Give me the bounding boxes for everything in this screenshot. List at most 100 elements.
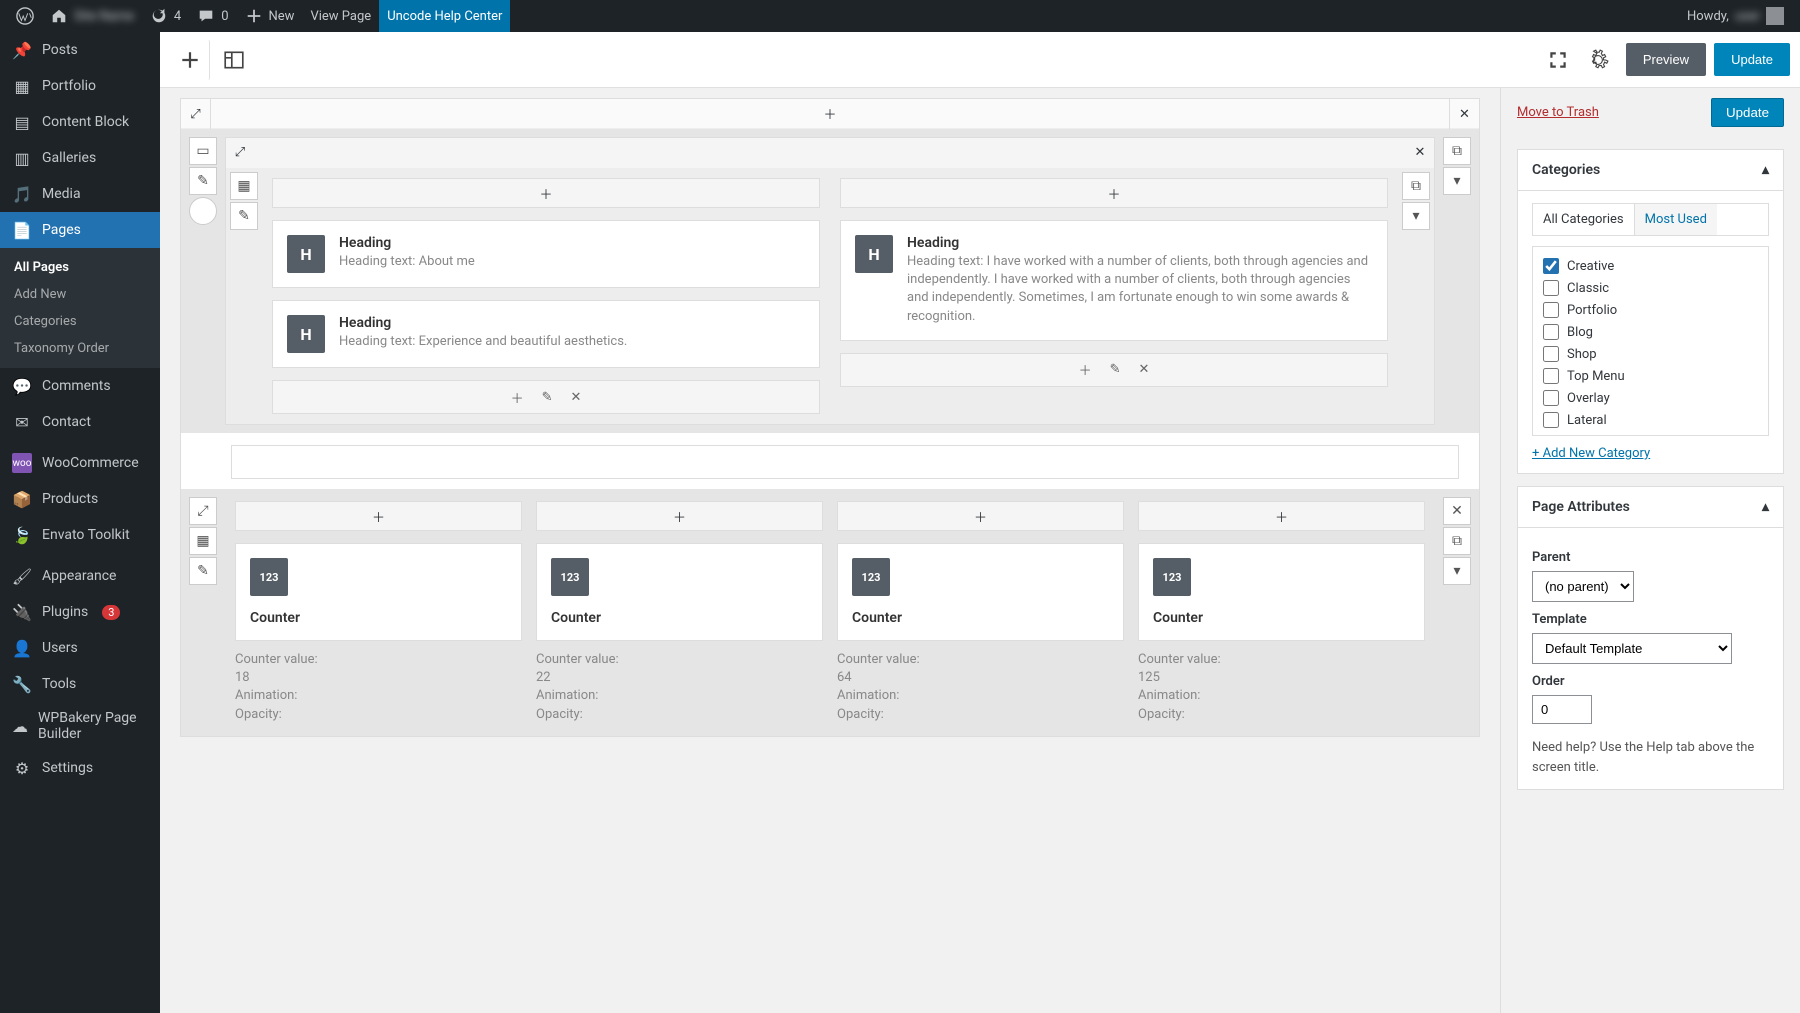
sidebar-item-contact[interactable]: ✉Contact: [0, 404, 160, 440]
updates-link[interactable]: 4: [142, 0, 189, 32]
category-item[interactable]: Blog: [1539, 321, 1762, 343]
sidebar-item-envato[interactable]: 🍃Envato Toolkit: [0, 517, 160, 553]
fullscreen-button[interactable]: [1538, 40, 1578, 80]
inner-close-button[interactable]: ✕: [1406, 138, 1434, 166]
col-add-button[interactable]: ＋: [1079, 360, 1092, 379]
sidebar-item-wpbakery[interactable]: ☁WPBakery Page Builder: [0, 702, 160, 750]
move-to-trash-link[interactable]: Move to Trash: [1517, 105, 1599, 120]
row-edit-button[interactable]: ✎: [189, 167, 217, 195]
heading-module[interactable]: H Heading Heading text: About me: [272, 220, 820, 288]
col-delete-button[interactable]: ✕: [571, 390, 582, 405]
view-page-link[interactable]: View Page: [302, 0, 379, 32]
order-input[interactable]: [1532, 695, 1592, 724]
inner-edit-button[interactable]: ✎: [230, 202, 258, 230]
add-block-button[interactable]: [170, 40, 210, 80]
sidebar-item-portfolio[interactable]: ▦Portfolio: [0, 68, 160, 104]
categories-panel-toggle[interactable]: Categories▴: [1518, 150, 1783, 191]
tab-all-categories[interactable]: All Categories: [1533, 204, 1634, 235]
template-select[interactable]: Default Template: [1532, 633, 1732, 664]
sidebar-item-products[interactable]: 📦Products: [0, 481, 160, 517]
category-item[interactable]: Overlay: [1539, 387, 1762, 409]
row-clone-button[interactable]: ⧉: [1443, 137, 1471, 165]
sidebar-item-contentblock[interactable]: ▤Content Block: [0, 104, 160, 140]
column-add-button[interactable]: ＋: [235, 501, 522, 531]
sidebar-item-appearance[interactable]: 🖌Appearance: [0, 558, 160, 594]
inner-expand-button[interactable]: ⤢: [226, 138, 254, 166]
column-add-button[interactable]: ＋: [272, 178, 820, 208]
layout-button[interactable]: [214, 40, 254, 80]
tab-most-used[interactable]: Most Used: [1634, 204, 1717, 235]
parent-select[interactable]: (no parent): [1532, 571, 1634, 602]
comments-link[interactable]: 0: [189, 0, 236, 32]
column-add-button[interactable]: ＋: [837, 501, 1124, 531]
counter-module[interactable]: 123 Counter: [837, 543, 1124, 641]
sidebar-item-tools[interactable]: 🔧Tools: [0, 666, 160, 702]
category-checkbox[interactable]: [1543, 280, 1559, 296]
sidebar-item-plugins[interactable]: 🔌Plugins3: [0, 594, 160, 630]
category-item[interactable]: Portfolio: [1539, 299, 1762, 321]
update-button[interactable]: Update: [1714, 43, 1790, 76]
preview-button[interactable]: Preview: [1626, 43, 1706, 76]
category-checkbox[interactable]: [1543, 324, 1559, 340]
category-checkbox[interactable]: [1543, 258, 1559, 274]
add-new-category-link[interactable]: + Add New Category: [1532, 446, 1650, 461]
category-item[interactable]: Classic: [1539, 277, 1762, 299]
inner-clone-button[interactable]: ⧉: [1443, 527, 1471, 555]
category-item[interactable]: Creative: [1539, 255, 1762, 277]
submenu-add-new[interactable]: Add New: [0, 281, 160, 308]
category-item[interactable]: Top Menu: [1539, 365, 1762, 387]
sidebar-item-galleries[interactable]: ▥Galleries: [0, 140, 160, 176]
account-link[interactable]: Howdy, user: [1679, 0, 1792, 32]
sidebar-item-comments[interactable]: 💬Comments: [0, 368, 160, 404]
category-checkbox[interactable]: [1543, 368, 1559, 384]
heading-module[interactable]: H Heading Heading text: I have worked wi…: [840, 220, 1388, 341]
row-close-button[interactable]: ✕: [1449, 99, 1479, 129]
category-checkbox[interactable]: [1543, 390, 1559, 406]
sidebar-item-pages[interactable]: 📄Pages: [0, 212, 160, 248]
counter-module[interactable]: 123 Counter: [536, 543, 823, 641]
submenu-taxonomy-order[interactable]: Taxonomy Order: [0, 335, 160, 362]
inner-down-button[interactable]: ▾: [1443, 557, 1471, 585]
col-edit-button[interactable]: ✎: [1110, 362, 1121, 377]
column-add-button[interactable]: ＋: [1138, 501, 1425, 531]
sidebar-item-settings[interactable]: ⚙Settings: [0, 750, 160, 786]
sidebar-item-users[interactable]: 👤Users: [0, 630, 160, 666]
inner-clone-button[interactable]: ⧉: [1402, 172, 1430, 200]
row-expand-button[interactable]: ⤢: [181, 99, 211, 129]
column-add-button[interactable]: ＋: [840, 178, 1388, 208]
inner-expand-button[interactable]: ⤢: [189, 497, 217, 525]
counter-module[interactable]: 123 Counter: [235, 543, 522, 641]
category-list[interactable]: Creative Classic Portfolio Blog Shop Top…: [1532, 246, 1769, 436]
heading-module[interactable]: H Heading Heading text: Experience and b…: [272, 300, 820, 368]
column-add-button[interactable]: ＋: [536, 501, 823, 531]
counter-module[interactable]: 123 Counter: [1138, 543, 1425, 641]
sidebar-item-media[interactable]: 🎵Media: [0, 176, 160, 212]
row-add-button[interactable]: ＋: [823, 104, 836, 123]
settings-button[interactable]: [1578, 40, 1618, 80]
row-circle-button[interactable]: [189, 197, 217, 225]
sidebar-item-posts[interactable]: 📌Posts: [0, 32, 160, 68]
page-attributes-toggle[interactable]: Page Attributes▴: [1518, 487, 1783, 528]
new-link[interactable]: New: [237, 0, 303, 32]
submenu-all-pages[interactable]: All Pages: [0, 254, 160, 281]
col-delete-button[interactable]: ✕: [1139, 362, 1150, 377]
col-edit-button[interactable]: ✎: [542, 390, 553, 405]
wp-logo[interactable]: [8, 0, 42, 32]
category-checkbox[interactable]: [1543, 346, 1559, 362]
inner-edit-button[interactable]: ✎: [189, 557, 217, 585]
category-checkbox[interactable]: [1543, 412, 1559, 428]
inner-close-button[interactable]: ✕: [1443, 497, 1471, 525]
inner-grid-button[interactable]: ▦: [230, 172, 258, 200]
help-center-link[interactable]: Uncode Help Center: [379, 0, 510, 32]
category-checkbox[interactable]: [1543, 302, 1559, 318]
inner-down-button[interactable]: ▾: [1402, 202, 1430, 230]
category-item[interactable]: Lateral: [1539, 409, 1762, 431]
inner-grid-button[interactable]: ▦: [189, 527, 217, 555]
sidebar-item-woocommerce[interactable]: wooWooCommerce: [0, 445, 160, 481]
category-item[interactable]: Shop: [1539, 343, 1762, 365]
submenu-categories[interactable]: Categories: [0, 308, 160, 335]
site-home[interactable]: Site Name: [42, 0, 142, 32]
row-down-button[interactable]: ▾: [1443, 167, 1471, 195]
col-add-button[interactable]: ＋: [511, 388, 524, 407]
divider-module[interactable]: [231, 445, 1459, 479]
